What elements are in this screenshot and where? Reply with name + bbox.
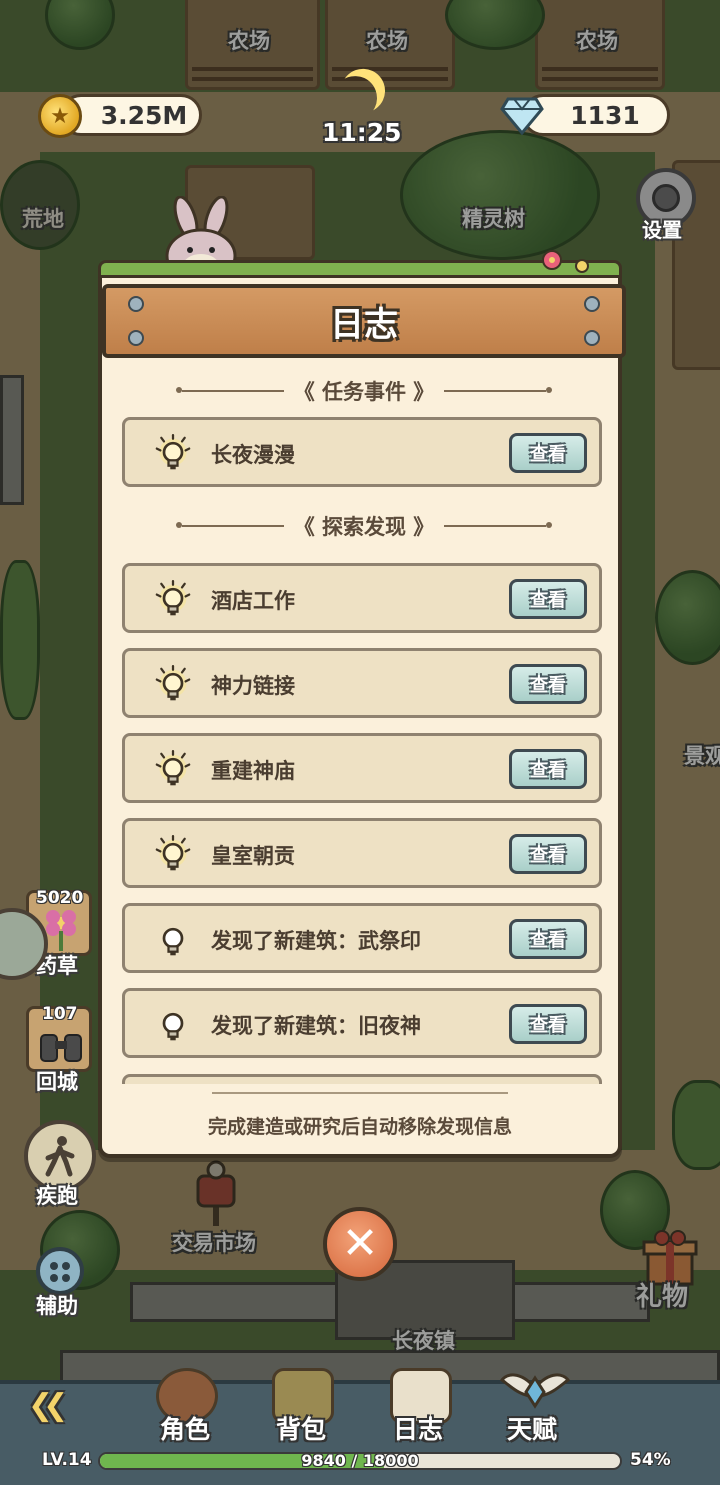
nav-talent[interactable]: 天赋	[507, 1410, 557, 1446]
lightbulb-lit-icon	[155, 750, 191, 786]
flower-decoration-icon	[542, 250, 589, 273]
list-item-label: 酒店工作	[211, 589, 295, 613]
nav-character[interactable]: 角色	[160, 1410, 210, 1446]
view-button[interactable]: 查看	[509, 749, 587, 789]
list-item-label: 神力链接	[211, 674, 295, 698]
list-item[interactable]: 神力链接 查看	[122, 648, 602, 718]
herb-count: 5020	[36, 888, 84, 908]
list-item-label: 长夜漫漫	[211, 443, 295, 467]
view-button[interactable]: 查看	[509, 834, 587, 874]
list-item[interactable]: 发现了新建筑：武祭印 查看	[122, 903, 602, 973]
lightbulb-icon	[162, 1012, 184, 1041]
lightbulb-lit-icon	[155, 835, 191, 871]
bolt-icon	[128, 296, 144, 312]
list-item-partial	[122, 1074, 602, 1084]
view-button[interactable]: 查看	[509, 1004, 587, 1044]
section-title: 任务事件	[322, 380, 406, 404]
bolt-icon	[584, 296, 600, 312]
dialog-title: 日志	[330, 304, 398, 345]
footer-divider	[212, 1092, 508, 1094]
xp-progress-bar: 9840 / 18000	[98, 1452, 622, 1470]
running-person-icon	[45, 1136, 75, 1177]
section-header-explore: 《 探索发现 》	[176, 511, 552, 541]
player-level: LV.14	[42, 1450, 92, 1470]
xp-percent: 54%	[630, 1450, 671, 1470]
lightbulb-lit-icon	[155, 580, 191, 616]
log-dialog: 日志 《 任务事件 》 长夜漫漫 查看 《 探索发现 》 酒店工作 查看 神力链接 查看…	[98, 250, 626, 1158]
list-item-label: 重建神庙	[211, 759, 295, 783]
lightbulb-icon	[162, 927, 184, 956]
diamond-icon	[500, 97, 544, 135]
section-header-tasks: 《 任务事件 》	[176, 376, 552, 406]
list-item[interactable]: 酒店工作 查看	[122, 563, 602, 633]
lightbulb-lit-icon	[155, 665, 191, 701]
bolt-icon	[128, 330, 144, 346]
return-label: 回城	[36, 1070, 78, 1094]
close-button[interactable]: ✕	[323, 1207, 397, 1281]
gem-counter[interactable]: 1131	[522, 94, 670, 136]
list-item[interactable]: 重建神庙 查看	[122, 733, 602, 803]
nav-log[interactable]: 日志	[393, 1410, 443, 1446]
list-item[interactable]: 皇室朝贡 查看	[122, 818, 602, 888]
close-icon: ✕	[341, 1218, 379, 1269]
section-title: 探索发现	[322, 515, 406, 539]
coin-value: 3.25M	[100, 100, 188, 130]
view-button[interactable]: 查看	[509, 919, 587, 959]
bolt-icon	[584, 330, 600, 346]
sprint-label: 疾跑	[36, 1184, 78, 1208]
game-clock: 11:25	[322, 118, 402, 147]
settings-label[interactable]: 设置	[642, 214, 682, 243]
view-button[interactable]: 查看	[509, 433, 587, 473]
list-item-label: 发现了新建筑：旧夜神	[211, 1014, 421, 1038]
list-item[interactable]: 长夜漫漫 查看	[122, 417, 602, 487]
list-item-label: 皇室朝贡	[211, 844, 295, 868]
view-button[interactable]: 查看	[509, 664, 587, 704]
lightbulb-lit-icon	[155, 434, 191, 470]
return-count: 107	[42, 1004, 78, 1024]
nav-backpack[interactable]: 背包	[276, 1410, 326, 1446]
assist-label: 辅助	[36, 1294, 78, 1318]
list-item-label: 发现了新建筑：武祭印	[211, 929, 421, 953]
list-item[interactable]: 发现了新建筑：旧夜神 查看	[122, 988, 602, 1058]
coin-icon: ★	[38, 94, 82, 138]
collapse-arrows-icon[interactable]: ❮❮	[28, 1388, 68, 1423]
view-button[interactable]: 查看	[509, 579, 587, 619]
xp-progress-text: 9840 / 18000	[301, 1452, 419, 1470]
dialog-title-plank: 日志	[102, 284, 626, 358]
gem-value: 1131	[570, 100, 640, 130]
footer-note: 完成建造或研究后自动移除发现信息	[207, 1116, 512, 1138]
talent-wings-icon[interactable]	[500, 1366, 570, 1416]
